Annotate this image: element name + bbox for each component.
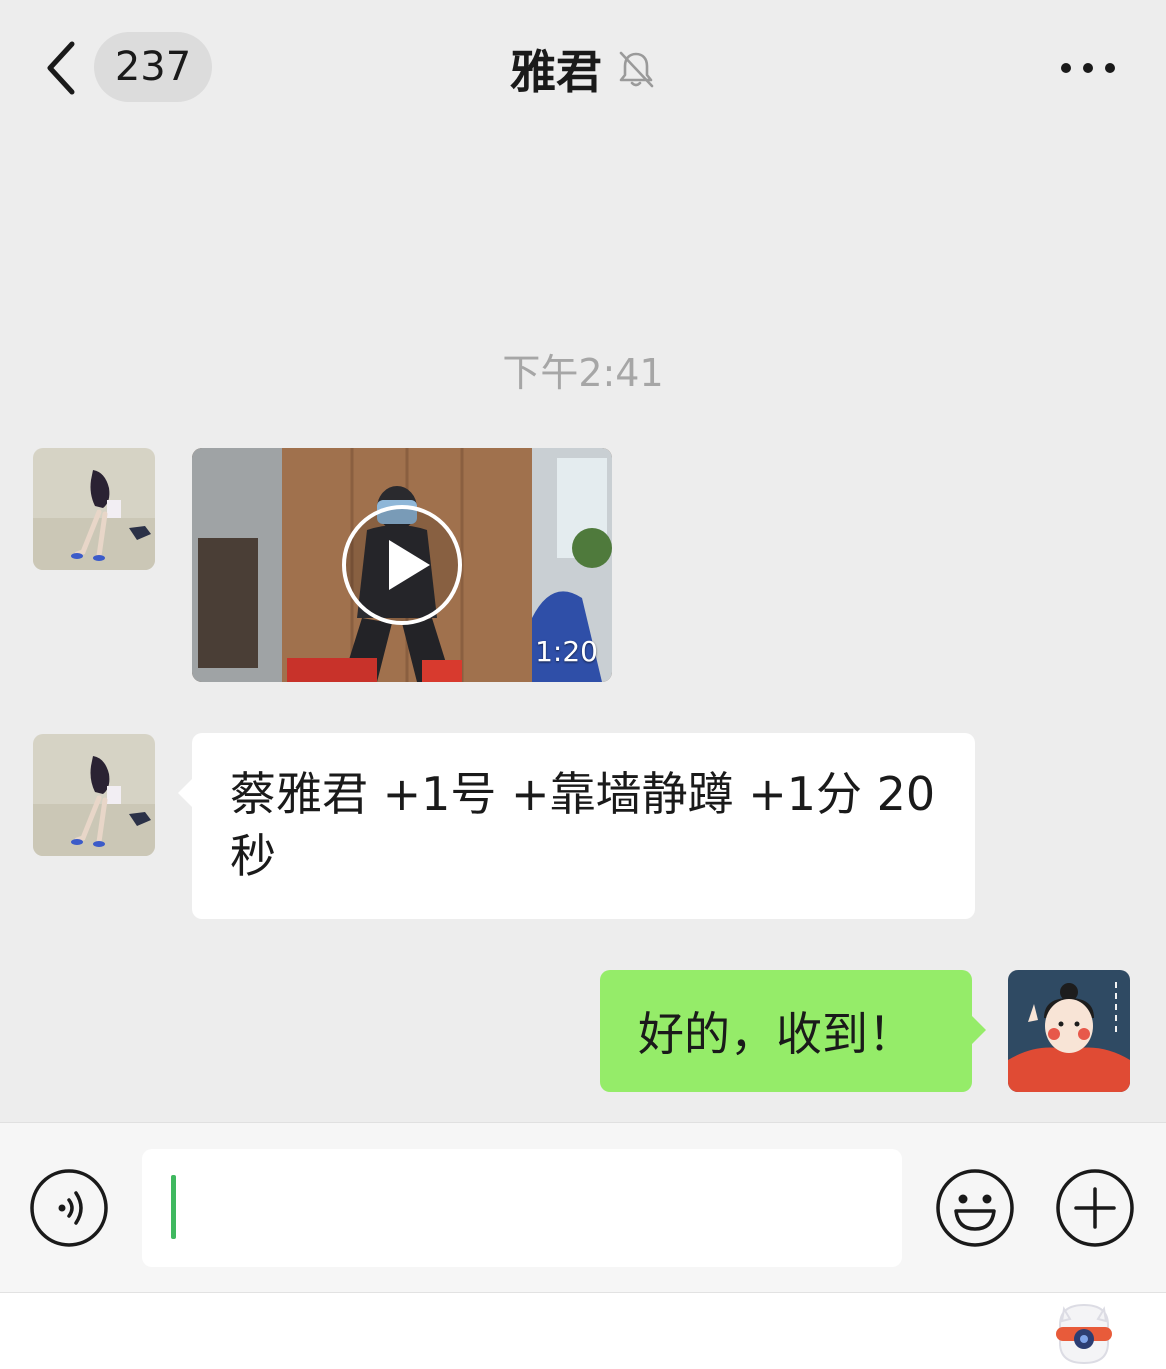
title-area: 雅君: [0, 34, 1166, 104]
incoming-text-message[interactable]: 蔡雅君 +1号 +靠墙静蹲 +1分 20秒: [178, 733, 975, 919]
more-functions-button[interactable]: [1054, 1167, 1136, 1249]
message-input[interactable]: [142, 1149, 902, 1267]
plus-icon: [1056, 1169, 1134, 1247]
chat-header: 237 雅君: [0, 0, 1166, 130]
bottom-area: [0, 1292, 1166, 1369]
assistant-icon[interactable]: [1052, 1299, 1116, 1365]
chat-screen: 237 雅君 下午2:41 1:20 蔡雅君 +1号 +靠墙静蹲 +1分 20秒…: [0, 0, 1166, 1369]
my-avatar[interactable]: [1008, 970, 1130, 1092]
input-bar: [0, 1122, 1166, 1292]
contact-avatar[interactable]: [33, 734, 155, 856]
text-caret: [171, 1175, 176, 1239]
message-timestamp: 下午2:41: [502, 351, 664, 395]
contact-avatar[interactable]: [33, 448, 155, 570]
emoji-icon: [936, 1169, 1014, 1247]
video-duration: 1:20: [535, 635, 598, 668]
outgoing-text-message[interactable]: 好的，收到！: [600, 970, 986, 1092]
bell-off-icon: [619, 51, 654, 88]
voice-input-button[interactable]: [28, 1167, 110, 1249]
more-options-button[interactable]: [1058, 48, 1118, 88]
more-dots-icon: [1061, 63, 1115, 73]
voice-icon: [30, 1169, 108, 1247]
chat-title: 雅君: [510, 45, 602, 99]
emoji-button[interactable]: [934, 1167, 1016, 1249]
video-message[interactable]: 1:20: [192, 448, 612, 682]
